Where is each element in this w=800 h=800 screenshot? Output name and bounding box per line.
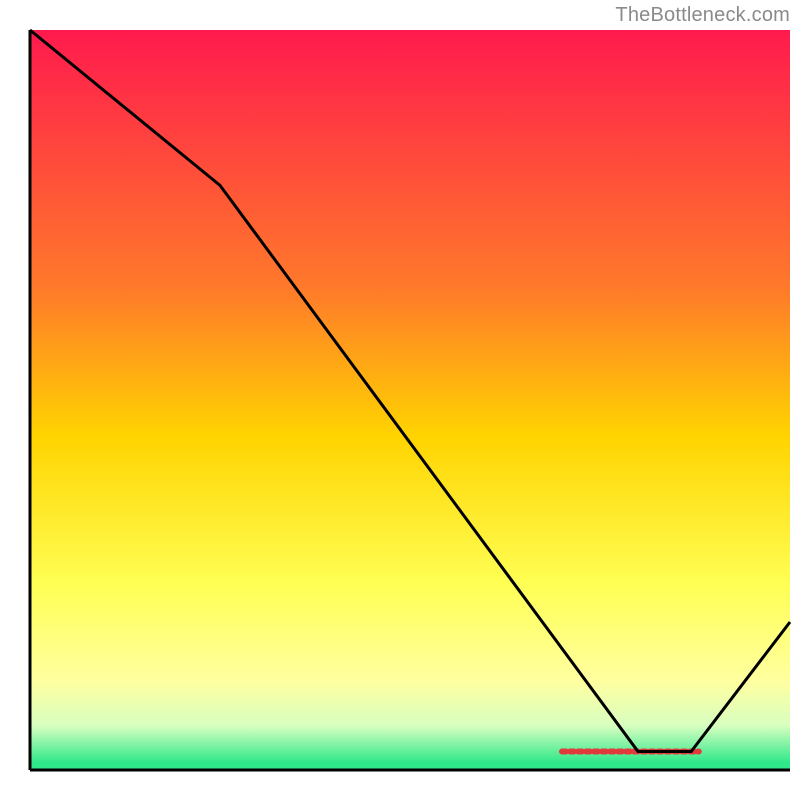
chart-container: TheBottleneck.com bbox=[0, 0, 800, 800]
gradient-background bbox=[30, 30, 790, 770]
bottleneck-chart bbox=[0, 0, 800, 800]
plot-area bbox=[30, 30, 790, 770]
